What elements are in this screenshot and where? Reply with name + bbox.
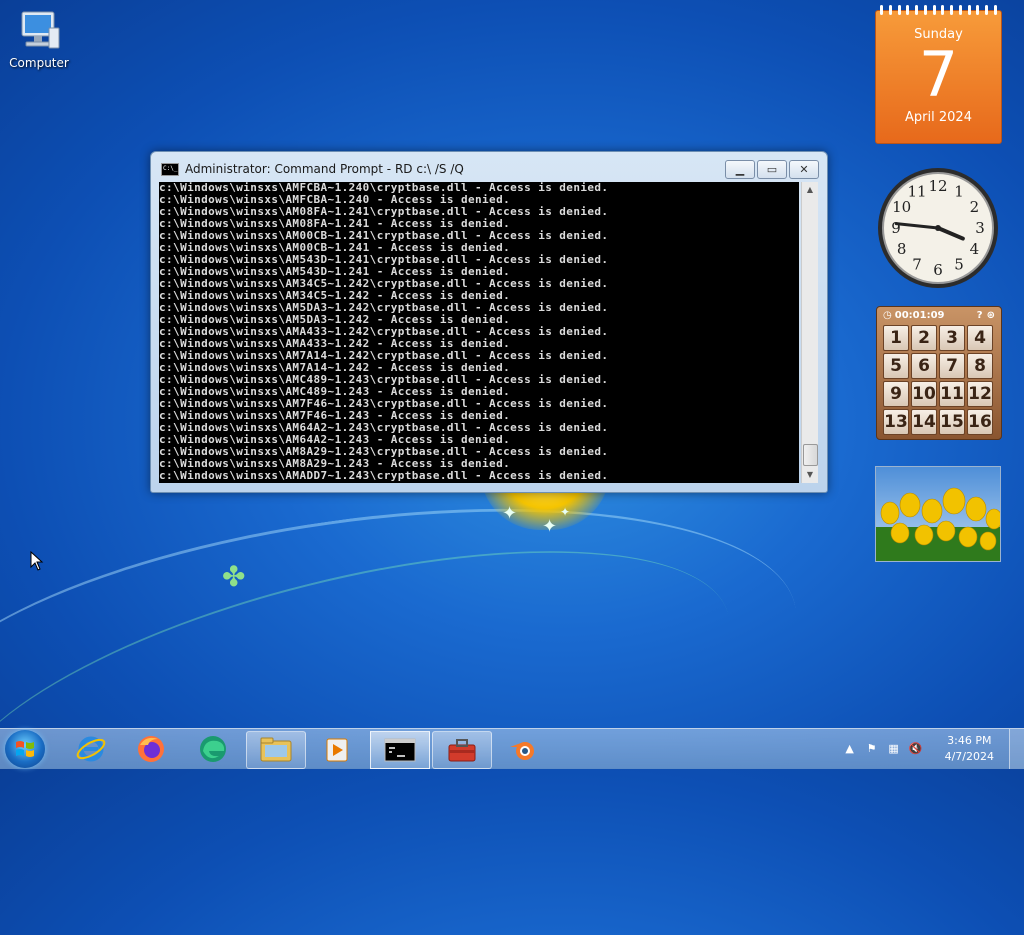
- mouse-cursor-icon: [30, 551, 44, 571]
- puzzle-hint-icon[interactable]: ⊛: [987, 310, 995, 321]
- sparkle-icon: ✦: [542, 516, 558, 537]
- puzzle-tile[interactable]: 1: [883, 325, 909, 351]
- taskbar-windows-explorer[interactable]: [246, 731, 306, 769]
- window-controls: ▁ ▭ ✕: [725, 160, 819, 179]
- internet-explorer-icon: [76, 736, 106, 762]
- slideshow-gadget[interactable]: [875, 466, 1003, 562]
- clock-number: 8: [897, 240, 907, 258]
- puzzle-tile[interactable]: 3: [939, 325, 965, 351]
- puzzle-tile[interactable]: 11: [939, 381, 965, 407]
- window-titlebar[interactable]: C:\_ Administrator: Command Prompt - RD …: [161, 160, 464, 178]
- clock-number: 1: [954, 183, 964, 201]
- system-tray: ▲ ⚑ ▦ 🔇 3:46 PM 4/7/2024: [843, 729, 994, 769]
- clock-number: 9: [891, 219, 901, 237]
- scroll-thumb[interactable]: [803, 444, 818, 466]
- clock-number: 2: [970, 198, 980, 216]
- analog-clock-face: 12 12 3 45678 9 1011: [878, 168, 998, 288]
- puzzle-help-icon[interactable]: ?: [977, 310, 983, 321]
- console-line: c:\Windows\winsxs\AMADD7~1.243\cryptbase…: [159, 469, 609, 482]
- tray-date: 4/7/2024: [944, 750, 994, 763]
- taskbar-toolbox[interactable]: [432, 731, 492, 769]
- window-title: Administrator: Command Prompt - RD c:\ /…: [185, 162, 464, 176]
- sparkle-icon: ✦: [560, 505, 571, 519]
- clock-number: 11: [907, 183, 926, 201]
- calendar-month: April 2024: [905, 110, 972, 125]
- taskbar: ▲ ⚑ ▦ 🔇 3:46 PM 4/7/2024: [0, 728, 1024, 769]
- volume-muted-icon[interactable]: 🔇: [909, 742, 923, 756]
- clock-number: 6: [933, 261, 943, 279]
- scroll-down-icon[interactable]: ▼: [802, 467, 818, 483]
- puzzle-tile[interactable]: 15: [939, 409, 965, 435]
- edge-icon: [200, 736, 226, 762]
- desktop-icon-computer[interactable]: Computer: [6, 8, 72, 70]
- puzzle-tile[interactable]: 8: [967, 353, 993, 379]
- puzzle-tile[interactable]: 12: [967, 381, 993, 407]
- puzzle-tile[interactable]: 6: [911, 353, 937, 379]
- puzzle-tile[interactable]: 16: [967, 409, 993, 435]
- close-button[interactable]: ✕: [789, 160, 819, 179]
- taskbar-blender[interactable]: [494, 731, 552, 767]
- puzzle-clock-icon: ◷: [883, 309, 892, 321]
- puzzle-tile[interactable]: 5: [883, 353, 909, 379]
- tulip-photo: [876, 467, 1003, 561]
- taskbar-edge[interactable]: [184, 731, 242, 767]
- clock-number: 5: [954, 255, 964, 273]
- desktop-icon-label: Computer: [9, 56, 69, 70]
- maximize-button[interactable]: ▭: [757, 160, 787, 179]
- minimize-icon: ▁: [735, 163, 745, 176]
- minimize-button[interactable]: ▁: [725, 160, 755, 179]
- tray-time: 3:46 PM: [947, 734, 992, 747]
- network-icon[interactable]: ▦: [887, 742, 901, 756]
- blender-icon: [510, 742, 534, 760]
- clock-number: 4: [970, 240, 980, 258]
- taskbar-command-prompt[interactable]: [370, 731, 430, 769]
- clock-number: 10: [892, 198, 911, 216]
- puzzle-tile[interactable]: 10: [911, 381, 937, 407]
- puzzle-tile[interactable]: 7: [939, 353, 965, 379]
- puzzle-tile[interactable]: 4: [967, 325, 993, 351]
- show-hidden-icons-icon[interactable]: ▲: [843, 742, 857, 756]
- puzzle-tile[interactable]: 14: [911, 409, 937, 435]
- command-prompt-icon: [384, 738, 416, 762]
- close-icon: ✕: [799, 163, 809, 176]
- command-prompt-icon: C:\_: [161, 162, 179, 176]
- clock-gadget[interactable]: 12 1 2 3 4 5 6 7 8 9 10 11: [876, 166, 1000, 290]
- puzzle-tile[interactable]: 9: [883, 381, 909, 407]
- action-center-flag-icon[interactable]: ⚑: [865, 742, 879, 756]
- windows-logo-icon: [16, 741, 34, 757]
- calendar-rings: [880, 5, 997, 15]
- vertical-scrollbar[interactable]: ▲ ▼: [801, 182, 818, 483]
- calendar-gadget[interactable]: Sunday 7 April 2024: [875, 5, 1002, 144]
- toolbox-icon: [448, 739, 476, 762]
- puzzle-tile[interactable]: 13: [883, 409, 909, 435]
- puzzle-tile[interactable]: 2: [911, 325, 937, 351]
- clock-number: 12: [928, 177, 947, 195]
- firefox-icon: [138, 736, 164, 762]
- clock-number: 3: [975, 219, 985, 237]
- taskbar-firefox[interactable]: [122, 731, 180, 767]
- media-player-icon: [326, 738, 348, 762]
- scroll-up-icon[interactable]: ▲: [802, 182, 818, 198]
- puzzle-grid: 1 2 3 4 5 6 7 8 9 10 11 12 13 14 15 16: [877, 323, 1001, 437]
- taskbar-internet-explorer[interactable]: [62, 731, 120, 767]
- taskbar-clock[interactable]: 3:46 PM 4/7/2024: [945, 733, 994, 765]
- maximize-icon: ▭: [766, 163, 778, 176]
- console-output[interactable]: c:\Windows\winsxs\AMFCBA~1.240\cryptbase…: [159, 182, 799, 483]
- folder-icon: [260, 737, 292, 762]
- start-button[interactable]: [5, 730, 45, 768]
- command-prompt-window[interactable]: C:\_ Administrator: Command Prompt - RD …: [150, 151, 828, 493]
- calendar-date: 7: [918, 38, 959, 111]
- leaf-icon: ✤: [222, 560, 246, 593]
- clock-number: 7: [912, 255, 922, 273]
- taskbar-media-player[interactable]: [308, 731, 366, 767]
- puzzle-timer: 00:01:09: [894, 309, 945, 321]
- show-desktop-button[interactable]: [1009, 729, 1024, 769]
- computer-icon: [16, 8, 62, 54]
- picture-puzzle-gadget[interactable]: ◷ 00:01:09 ? ⊛ 1 2 3 4 5 6 7 8 9 10 11 12 13 14 15 16: [876, 306, 1002, 440]
- sparkle-icon: ✦: [502, 503, 518, 524]
